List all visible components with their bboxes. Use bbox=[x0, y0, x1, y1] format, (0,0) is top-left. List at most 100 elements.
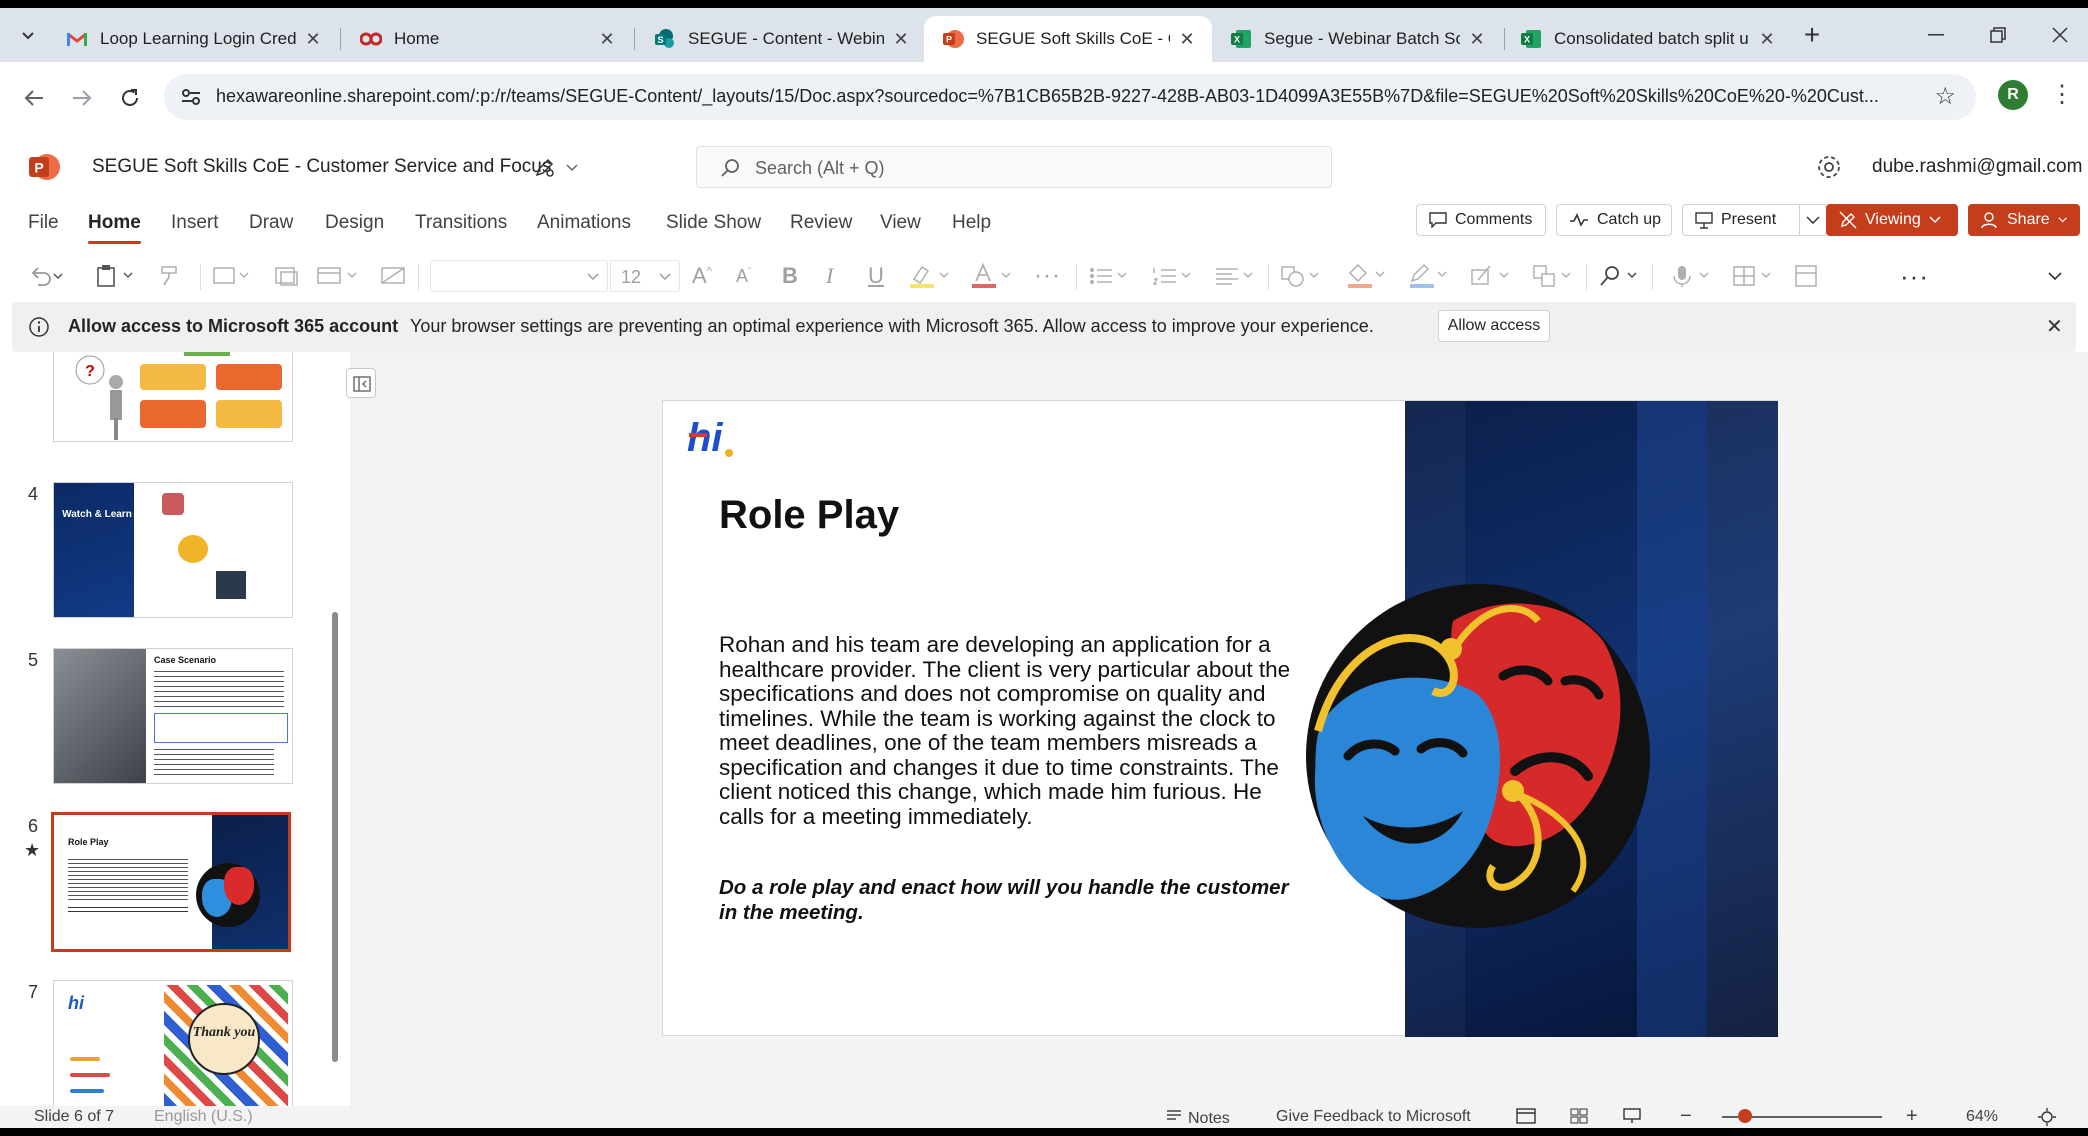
viewing-mode-button[interactable]: Viewing bbox=[1826, 204, 1958, 236]
font-size-box[interactable]: 12 bbox=[610, 260, 680, 292]
menu-draw[interactable]: Draw bbox=[249, 212, 293, 234]
close-icon[interactable]: ✕ bbox=[1756, 28, 1778, 50]
shape-fill-button[interactable] bbox=[1346, 260, 1390, 292]
zoom-level[interactable]: 64% bbox=[1966, 1108, 1998, 1126]
forward-button[interactable] bbox=[62, 78, 102, 118]
close-icon[interactable]: ✕ bbox=[890, 28, 912, 50]
slide-thumbnail-3[interactable]: ? bbox=[53, 352, 293, 442]
url-text[interactable]: hexawareonline.sharepoint.com/:p:/r/team… bbox=[216, 86, 1916, 107]
menu-help[interactable]: Help bbox=[952, 212, 991, 234]
site-info-icon[interactable] bbox=[178, 84, 204, 110]
slide-thumbnail-5[interactable]: Case Scenario bbox=[53, 648, 293, 784]
shapes-button[interactable] bbox=[1280, 260, 1324, 292]
allow-access-button[interactable]: Allow access bbox=[1438, 310, 1550, 342]
dictate-button[interactable] bbox=[1672, 260, 1716, 292]
feedback-link[interactable]: Give Feedback to Microsoft bbox=[1276, 1108, 1471, 1126]
zoom-in-button[interactable]: + bbox=[1906, 1105, 1918, 1128]
minimize-button[interactable] bbox=[1916, 18, 1956, 52]
highlight-button[interactable] bbox=[908, 260, 952, 292]
italic-button[interactable]: I bbox=[826, 260, 833, 292]
shape-effects-button[interactable] bbox=[1470, 260, 1514, 292]
layout-button[interactable] bbox=[316, 260, 360, 292]
shrink-font-button[interactable]: Aˇ bbox=[736, 260, 751, 292]
normal-view-button[interactable] bbox=[1516, 1108, 1536, 1128]
menu-insert[interactable]: Insert bbox=[171, 212, 219, 234]
menu-view[interactable]: View bbox=[880, 212, 921, 234]
fit-to-window-button[interactable] bbox=[2038, 1108, 2056, 1128]
slide-thumbnail-7[interactable]: hi Thank you bbox=[53, 980, 293, 1106]
arrange-button[interactable] bbox=[1532, 260, 1576, 292]
share-button[interactable]: Share bbox=[1968, 204, 2080, 236]
menu-design[interactable]: Design bbox=[325, 212, 384, 234]
add-ins-button[interactable] bbox=[1794, 260, 1820, 292]
font-name-box[interactable] bbox=[430, 260, 608, 292]
tab-sharepoint[interactable]: S SEGUE - Content - Webina ✕ bbox=[636, 16, 926, 62]
designer-button[interactable] bbox=[1732, 260, 1776, 292]
reload-button[interactable] bbox=[110, 78, 150, 118]
reuse-slides-button[interactable] bbox=[274, 260, 300, 292]
close-icon[interactable]: ✕ bbox=[1176, 28, 1198, 50]
find-button[interactable] bbox=[1598, 260, 1642, 292]
chevron-down-icon[interactable] bbox=[566, 164, 578, 172]
menu-review[interactable]: Review bbox=[790, 212, 852, 234]
new-slide-button[interactable] bbox=[212, 260, 252, 292]
undo-button[interactable] bbox=[30, 260, 64, 292]
tab-gmail[interactable]: Loop Learning Login Crede ✕ bbox=[48, 16, 338, 62]
close-icon[interactable]: ✕ bbox=[596, 28, 618, 50]
close-icon[interactable]: ✕ bbox=[302, 28, 324, 50]
account-email[interactable]: dube.rashmi@gmail.com bbox=[1872, 156, 2082, 178]
more-options-button[interactable]: ··· bbox=[1900, 260, 1929, 292]
align-button[interactable] bbox=[1214, 260, 1258, 292]
close-icon[interactable]: ✕ bbox=[2046, 314, 2063, 339]
omnibox[interactable]: hexawareonline.sharepoint.com/:p:/r/team… bbox=[164, 74, 1976, 120]
ribbon-collapse-button[interactable] bbox=[2048, 260, 2062, 292]
present-options-button[interactable] bbox=[1799, 204, 1827, 236]
background-button[interactable] bbox=[380, 260, 406, 292]
slide-thumbnail-4[interactable]: Watch & Learn bbox=[53, 482, 293, 618]
sensitivity-icon[interactable] bbox=[534, 156, 556, 178]
menu-slide-show[interactable]: Slide Show bbox=[666, 212, 761, 234]
tab-home[interactable]: Home ✕ bbox=[342, 16, 632, 62]
slide-sorter-button[interactable] bbox=[1570, 1108, 1588, 1128]
browser-menu-icon[interactable]: ⋮ bbox=[2050, 80, 2074, 112]
tab-search-button[interactable] bbox=[12, 20, 44, 52]
bullets-button[interactable] bbox=[1088, 260, 1132, 292]
catch-up-button[interactable]: Catch up bbox=[1556, 204, 1672, 236]
shape-outline-button[interactable] bbox=[1408, 260, 1452, 292]
bold-button[interactable]: B bbox=[782, 260, 798, 292]
underline-button[interactable]: U bbox=[868, 260, 884, 292]
current-slide[interactable]: hi Role Play Rohan and his team are deve… bbox=[662, 400, 1778, 1037]
present-button[interactable]: Present bbox=[1682, 204, 1800, 236]
close-icon[interactable]: ✕ bbox=[1466, 28, 1488, 50]
zoom-slider-thumb[interactable] bbox=[1738, 1109, 1752, 1123]
more-font-options-button[interactable]: ··· bbox=[1034, 260, 1061, 292]
collapse-thumbnails-button[interactable] bbox=[346, 368, 376, 398]
tab-excel-consolidated[interactable]: X Consolidated batch split u ✕ bbox=[1502, 16, 1792, 62]
menu-transitions[interactable]: Transitions bbox=[415, 212, 507, 234]
font-color-button[interactable] bbox=[970, 260, 1014, 292]
comments-button[interactable]: Comments bbox=[1416, 204, 1546, 236]
search-box[interactable]: Search (Alt + Q) bbox=[696, 146, 1332, 188]
notes-button[interactable]: Notes bbox=[1166, 1108, 1230, 1127]
profile-avatar[interactable]: R bbox=[1998, 80, 2028, 110]
numbering-button[interactable] bbox=[1152, 260, 1196, 292]
powerpoint-logo-icon[interactable]: P bbox=[28, 152, 60, 182]
bookmark-star-icon[interactable]: ☆ bbox=[1934, 82, 1956, 111]
thumbnail-scrollbar[interactable] bbox=[332, 612, 338, 1062]
back-button[interactable] bbox=[14, 78, 54, 118]
paste-button[interactable] bbox=[96, 260, 136, 292]
menu-file[interactable]: File bbox=[28, 212, 59, 234]
reading-view-button[interactable] bbox=[1622, 1108, 1642, 1128]
zoom-out-button[interactable]: − bbox=[1680, 1105, 1692, 1128]
window-close-button[interactable] bbox=[2040, 18, 2080, 52]
tab-excel-webinar[interactable]: X Segue - Webinar Batch Sc ✕ bbox=[1212, 16, 1502, 62]
gear-icon[interactable] bbox=[1814, 152, 1844, 182]
menu-home[interactable]: Home bbox=[88, 212, 141, 244]
restore-button[interactable] bbox=[1978, 18, 2018, 52]
tab-powerpoint-active[interactable]: P SEGUE Soft Skills CoE - Cu ✕ bbox=[924, 16, 1212, 62]
document-title[interactable]: SEGUE Soft Skills CoE - Customer Service… bbox=[92, 156, 551, 178]
format-painter-button[interactable] bbox=[158, 260, 182, 292]
menu-animations[interactable]: Animations bbox=[537, 212, 631, 234]
grow-font-button[interactable]: A^ bbox=[692, 260, 712, 292]
new-tab-button[interactable]: + bbox=[1792, 18, 1832, 52]
